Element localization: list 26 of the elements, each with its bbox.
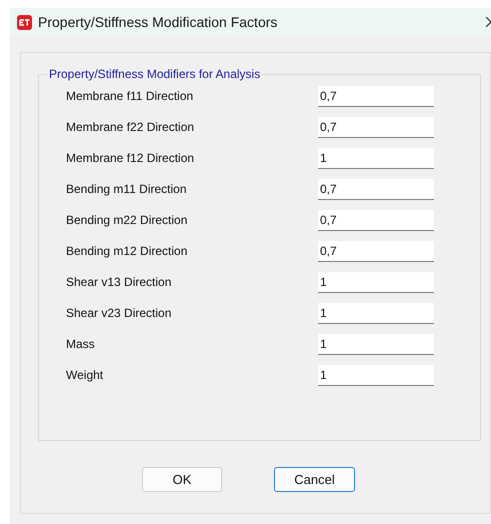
value-field[interactable]: 0,7: [318, 178, 434, 200]
field-label: Shear v13 Direction: [66, 274, 172, 291]
group-title: Property/Stiffness Modifiers for Analysis: [48, 66, 262, 83]
field-label: Weight: [66, 367, 104, 384]
window-title: Property/Stiffness Modification Factors: [38, 12, 278, 32]
field-label: Membrane f22 Direction: [66, 119, 196, 136]
value-field[interactable]: 0,7: [318, 116, 434, 138]
dialog-button[interactable]: OK: [142, 467, 222, 492]
value-field[interactable]: 1: [318, 272, 434, 292]
field-label: Bending m12 Direction: [66, 243, 188, 260]
value-field[interactable]: 1: [318, 334, 434, 354]
value-field[interactable]: 1: [318, 302, 434, 324]
value-field[interactable]: 1: [318, 364, 434, 386]
field-label: Bending m11 Direction: [66, 181, 188, 198]
field-label: Bending m22 Direction: [66, 212, 188, 229]
value-field[interactable]: 0,7: [318, 240, 434, 262]
field-label: Membrane f12 Direction: [66, 150, 196, 167]
value-field[interactable]: 1: [318, 148, 434, 168]
value-field[interactable]: 0,7: [318, 86, 434, 106]
close-icon[interactable]: [486, 17, 491, 27]
dialog-button[interactable]: Cancel: [274, 467, 355, 492]
field-label: Shear v23 Direction: [66, 305, 172, 322]
app-logo-icon: [17, 14, 32, 30]
value-field[interactable]: 0,7: [318, 210, 434, 230]
field-label: Membrane f11 Direction: [66, 88, 194, 105]
field-label: Mass: [66, 336, 96, 353]
